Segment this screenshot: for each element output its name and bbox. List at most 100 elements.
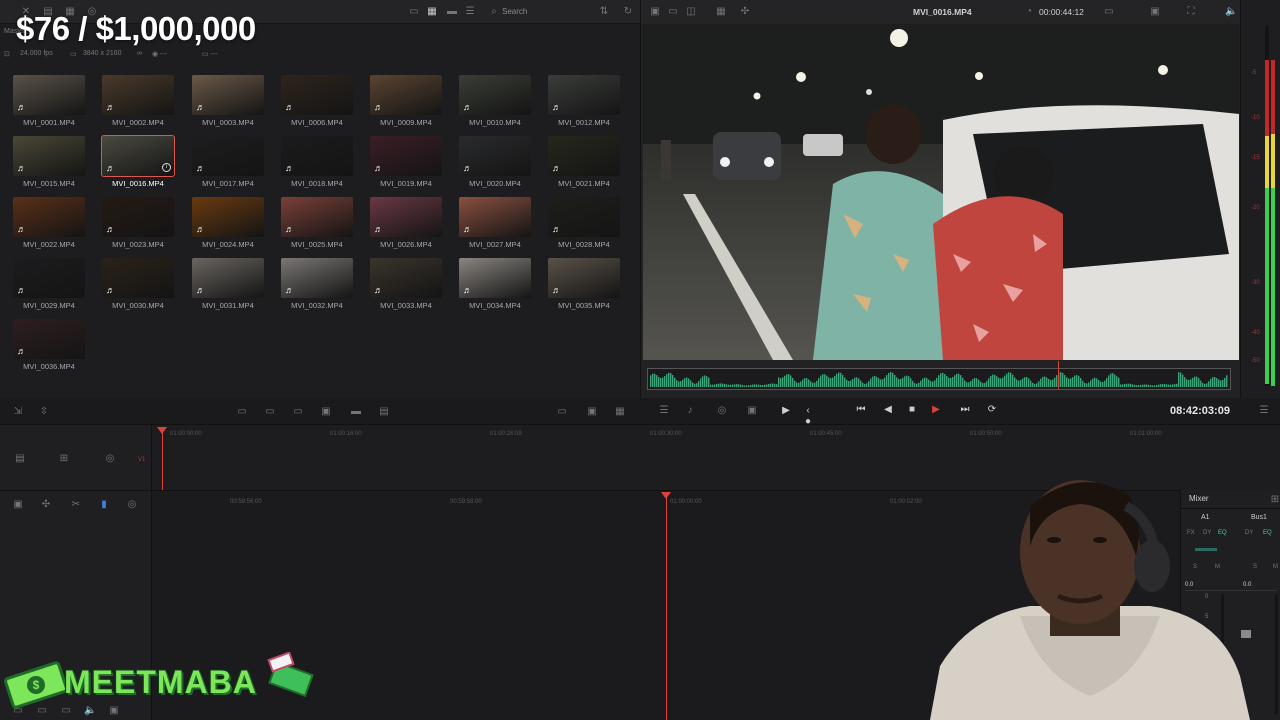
metadata-view-icon[interactable]: ▭ xyxy=(408,6,420,17)
clip-thumbnail[interactable]: ♬ MVI_0034.MP4 xyxy=(459,258,531,310)
grid-icon[interactable]: ▦ xyxy=(715,6,727,17)
filmstrip-view-icon[interactable]: ▬ xyxy=(446,6,458,17)
ruler-label: 01:00:45:00 xyxy=(810,431,842,437)
jog-icon[interactable]: ‹ ● › xyxy=(802,405,814,438)
clip-thumbnail[interactable]: ♬ MVI_0023.MP4 xyxy=(102,197,174,249)
track-lock-icon[interactable]: ▤ xyxy=(14,453,26,464)
clip-name: MVI_0034.MP4 xyxy=(469,301,521,310)
bus-mute-button[interactable]: M xyxy=(1273,564,1278,570)
clip-thumbnail[interactable]: ♬ MVI_0031.MP4 xyxy=(192,258,264,310)
audio-note-icon: ♬ xyxy=(196,285,205,295)
append-icon[interactable]: ⇲ xyxy=(12,406,24,417)
clip-thumbnail[interactable]: ♬ MVI_0035.MP4 xyxy=(548,258,620,310)
audio-note-icon: ♬ xyxy=(106,163,115,173)
clip-thumbnail[interactable]: ♬ MVI_0006.MP4 xyxy=(281,75,353,127)
track-visible-icon[interactable]: ◎ xyxy=(104,453,116,464)
clip-thumbnail[interactable]: ♬ MVI_0030.MP4 xyxy=(102,258,174,310)
viewer-menu-icon[interactable]: ▣ xyxy=(746,405,758,416)
stop-icon[interactable]: ■ xyxy=(906,404,918,415)
clip-thumbnail[interactable]: ♬ MVI_0009.MP4 xyxy=(370,75,442,127)
clip-tools-icon[interactable]: ☰ xyxy=(658,405,670,416)
clip-thumbnail[interactable]: ♬ MVI_0022.MP4 xyxy=(13,197,85,249)
clip-thumbnail[interactable]: ♬ MVI_0015.MP4 xyxy=(13,136,85,188)
clip-thumbnail[interactable]: ♬ MVI_0036.MP4 xyxy=(13,319,85,371)
scrub-playhead[interactable] xyxy=(1058,361,1059,389)
thumbnail-view-icon[interactable]: ▦ xyxy=(426,6,438,17)
clip-name: MVI_0036.MP4 xyxy=(23,362,75,371)
clip-thumbnail[interactable]: ♬ MVI_0016.MP4 i xyxy=(101,135,175,188)
clip-thumbnail[interactable]: ♬ MVI_0003.MP4 xyxy=(192,75,264,127)
upper-playhead[interactable] xyxy=(162,431,163,491)
audio-wave-icon[interactable]: ▦ xyxy=(614,406,626,417)
clip-thumbnail[interactable]: ♬ MVI_0029.MP4 xyxy=(13,258,85,310)
clip-name: MVI_0002.MP4 xyxy=(112,118,164,127)
smart-insert-icon[interactable]: ▭ xyxy=(236,406,248,417)
image-icon[interactable]: ▣ xyxy=(586,406,598,417)
ripple-icon[interactable]: ▭ xyxy=(292,406,304,417)
audio-note-icon: ♬ xyxy=(285,163,294,173)
clip-thumbnail[interactable]: ♬ MVI_0021.MP4 xyxy=(548,136,620,188)
overlay-tools-icon[interactable]: ◎ xyxy=(716,405,728,416)
playhead-timecode[interactable]: 08:42:03:09 xyxy=(1170,405,1230,417)
volume-icon[interactable]: 🔈 xyxy=(1225,6,1237,17)
clip-thumbnail[interactable]: ♬ MVI_0010.MP4 xyxy=(459,75,531,127)
viewer-layout-icon[interactable]: ▭ xyxy=(667,6,679,17)
clip-info-icon[interactable]: i xyxy=(162,163,171,172)
place-on-top-icon[interactable]: ▬ xyxy=(350,406,362,417)
clip-thumbnail[interactable]: ♬ MVI_0017.MP4 xyxy=(192,136,264,188)
monitor-icon[interactable]: ▣ xyxy=(1149,6,1161,17)
search-icon[interactable]: ⌕ xyxy=(488,6,500,17)
clip-thumbnail[interactable]: ♬ MVI_0026.MP4 xyxy=(370,197,442,249)
clip-thumbnail[interactable]: ♬ MVI_0028.MP4 xyxy=(548,197,620,249)
clip-thumbnail[interactable]: ♬ MVI_0019.MP4 xyxy=(370,136,442,188)
skip-to-end-icon[interactable]: ⏭ xyxy=(956,404,974,415)
clip-thumbnail[interactable]: ♬ MVI_0032.MP4 xyxy=(281,258,353,310)
audio-view-icon[interactable]: ◎ xyxy=(126,499,138,510)
clip-thumbnail[interactable]: ♬ MVI_0027.MP4 xyxy=(459,197,531,249)
refresh-icon[interactable]: ↻ xyxy=(622,6,634,17)
snap-icon[interactable]: ✣ xyxy=(40,499,52,510)
sort-icon[interactable]: ⇅ xyxy=(598,6,610,17)
viewer-split-icon[interactable]: ◫ xyxy=(685,6,697,17)
clip-thumbnail[interactable]: ♬ MVI_0012.MP4 xyxy=(548,75,620,127)
source-overwrite-icon[interactable]: ▤ xyxy=(378,406,390,417)
lower-playhead[interactable] xyxy=(666,497,667,720)
safe-area-icon[interactable]: ✣ xyxy=(739,6,751,17)
skip-to-start-icon[interactable]: ⏮ xyxy=(852,404,870,415)
loop-icon[interactable]: ⟳ xyxy=(986,404,998,415)
fullscreen-icon[interactable]: ⛶ xyxy=(1185,6,1197,17)
list-view-icon[interactable]: ☰ xyxy=(464,6,476,17)
flag-icon[interactable]: ▮ xyxy=(98,499,110,510)
zoom-icon[interactable]: ▭ xyxy=(1103,6,1115,17)
channel-bus1-eq[interactable]: EQ xyxy=(1263,530,1272,536)
track-auto-icon[interactable]: ⊞ xyxy=(58,453,70,464)
insert-icon[interactable]: ⇳ xyxy=(38,406,50,417)
blade-icon[interactable]: ✂ xyxy=(70,499,82,510)
clip-thumbnail[interactable]: ♬ MVI_0033.MP4 xyxy=(370,258,442,310)
clip-thumbnail[interactable]: ♬ MVI_0024.MP4 xyxy=(192,197,264,249)
clip-thumbnail[interactable]: ♬ MVI_0001.MP4 xyxy=(13,75,85,127)
clip-thumbnail[interactable]: ♬ MVI_0002.MP4 xyxy=(102,75,174,127)
audio-tools-icon[interactable]: ♪ xyxy=(684,405,696,416)
search-input[interactable]: Search xyxy=(502,5,592,19)
clip-name: MVI_0035.MP4 xyxy=(558,301,610,310)
clip-thumbnail[interactable]: ♬ MVI_0018.MP4 xyxy=(281,136,353,188)
mixer-expand-icon[interactable]: ⊞ xyxy=(1269,494,1280,505)
audio-waveform-scrubber[interactable] xyxy=(647,361,1231,390)
meter-scale-label: -50 xyxy=(1251,358,1260,364)
video-frame[interactable] xyxy=(643,24,1239,360)
audio-note-icon: ♬ xyxy=(285,102,294,112)
viewer-options-icon[interactable]: ☰ xyxy=(1258,405,1270,416)
play-icon[interactable]: ▶ xyxy=(930,404,942,415)
clip-thumbnail[interactable]: ♬ MVI_0025.MP4 xyxy=(281,197,353,249)
append-end-icon[interactable]: ▭ xyxy=(264,406,276,417)
timeline-view-icon[interactable]: ▣ xyxy=(12,499,24,510)
play-around-icon[interactable]: ▶ xyxy=(780,405,792,416)
bus-solo-button[interactable]: S xyxy=(1253,564,1257,570)
zoom-out-icon[interactable]: ▭ xyxy=(556,406,568,417)
close-up-icon[interactable]: ▣ xyxy=(320,406,332,417)
upper-playhead-cap xyxy=(157,427,167,434)
viewer-mode-icon[interactable]: ▣ xyxy=(649,6,661,17)
play-reverse-icon[interactable]: ◀ xyxy=(882,404,894,415)
clip-thumbnail[interactable]: ♬ MVI_0020.MP4 xyxy=(459,136,531,188)
